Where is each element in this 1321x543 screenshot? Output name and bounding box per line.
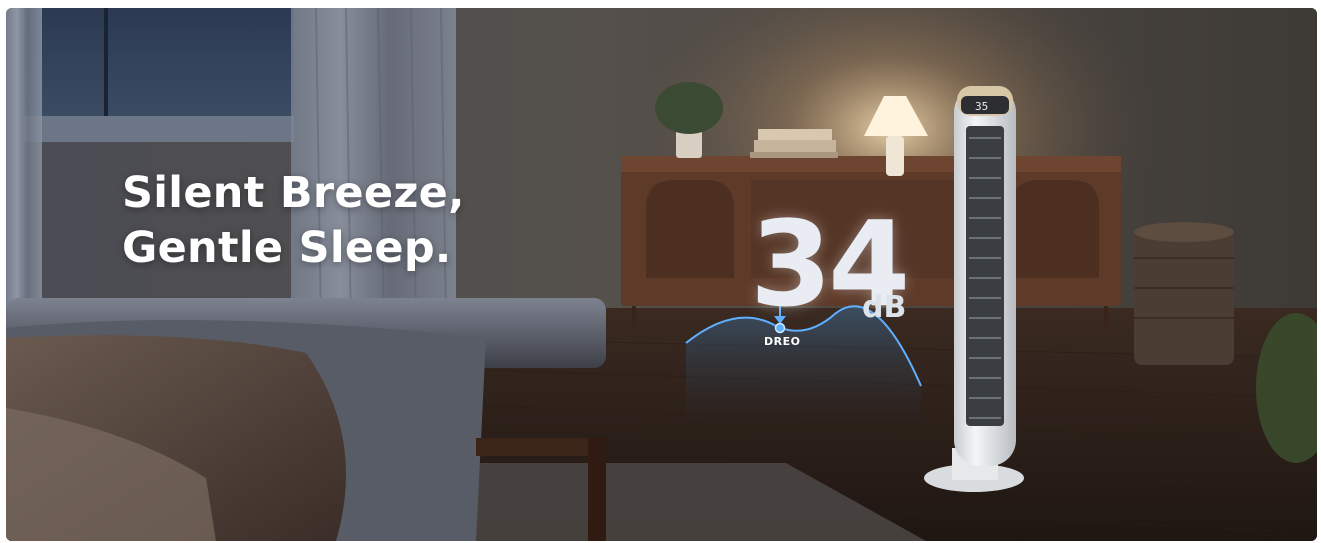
headline-line-2: Gentle Sleep.	[122, 223, 452, 273]
hero-banner: 35 Silent Breeze, Gentle Sleep. 34 dB DR…	[6, 8, 1317, 541]
brand-logo: DREO	[764, 335, 801, 348]
fan-display-text: 35	[975, 100, 988, 113]
headline: Silent Breeze, Gentle Sleep.	[122, 166, 465, 276]
noise-level-unit: dB	[862, 290, 907, 325]
headline-line-1: Silent Breeze,	[122, 168, 465, 218]
